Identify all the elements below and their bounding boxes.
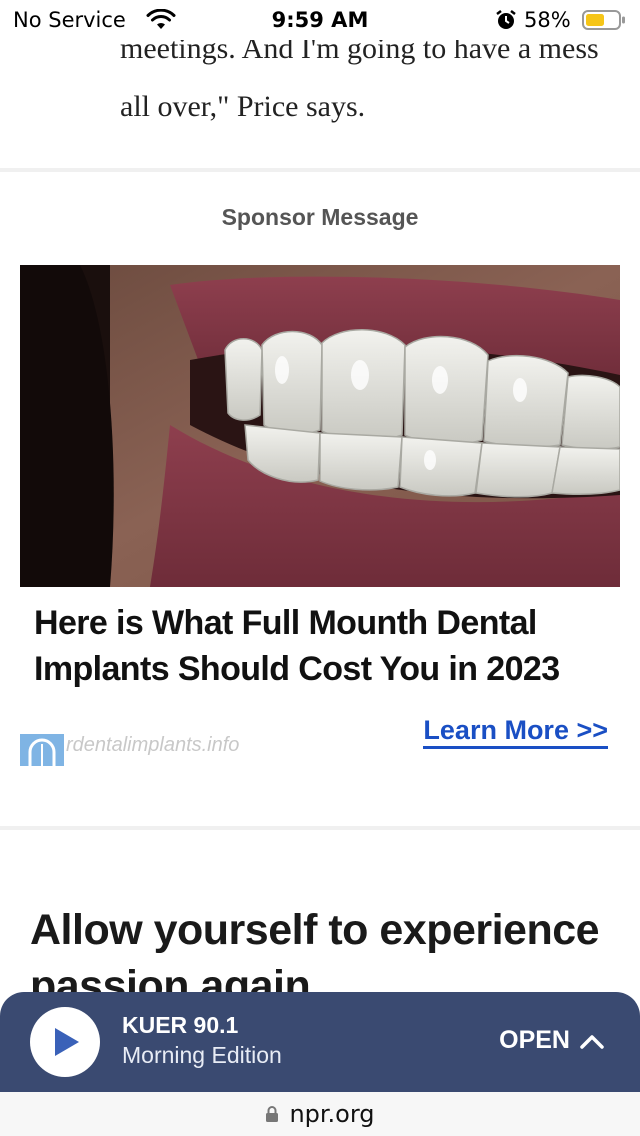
play-icon — [55, 1028, 79, 1056]
audio-player-bar: KUER 90.1 Morning Edition OPEN — [0, 992, 640, 1092]
open-label: OPEN — [499, 1026, 570, 1054]
url-bar[interactable]: npr.org — [0, 1092, 640, 1136]
section-divider — [0, 826, 640, 830]
play-button[interactable] — [30, 1007, 100, 1077]
alarm-icon — [496, 10, 516, 29]
ad-logo-icon — [20, 734, 64, 766]
ad-domain: rdentalimplants.info — [66, 734, 240, 756]
battery-icon — [582, 10, 625, 30]
station-name: KUER 90.1 — [122, 1012, 239, 1038]
show-name: Morning Edition — [122, 1042, 282, 1068]
status-bar: No Service 9:59 AM 58% — [0, 0, 640, 40]
ad-headline[interactable]: Here is What Full Mounth Dental Implants… — [34, 600, 624, 692]
chevron-up-icon — [580, 1034, 604, 1049]
battery-percent: 58% — [524, 8, 571, 32]
section-divider — [0, 168, 640, 172]
learn-more-link[interactable]: Learn More >> — [423, 714, 608, 749]
open-player-button[interactable]: OPEN — [499, 1026, 604, 1055]
url-domain: npr.org — [289, 1100, 375, 1128]
ad-image[interactable] — [20, 265, 620, 587]
lock-icon — [266, 1106, 279, 1122]
sponsor-label: Sponsor Message — [221, 204, 419, 230]
